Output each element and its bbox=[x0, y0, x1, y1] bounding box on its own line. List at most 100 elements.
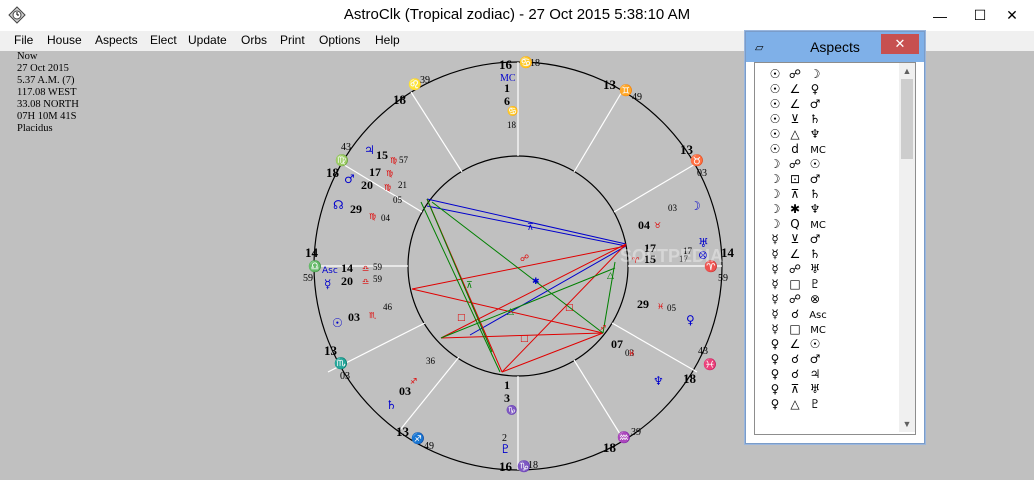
pisces-marker-icon: ♓ bbox=[628, 349, 635, 358]
scroll-up-button[interactable]: ▲ bbox=[899, 63, 915, 79]
aspect-planet-b: ♆ bbox=[809, 202, 821, 216]
aspect-type: ☌ bbox=[790, 307, 800, 321]
aspect-planet-b: ♀ bbox=[810, 82, 820, 96]
aspect-row[interactable]: ♀ ∠ ☉ bbox=[765, 337, 831, 352]
square-marker-icon: □ bbox=[457, 313, 466, 323]
planet-min-g: 59 bbox=[373, 274, 383, 284]
aspect-planet-a: ☿ bbox=[771, 232, 779, 246]
aspect-planet-a: ☽ bbox=[769, 157, 781, 171]
planet-deg-k: 04 bbox=[638, 218, 650, 232]
aspect-planet-b: ♆ bbox=[809, 127, 821, 141]
aspect-type: ☍ bbox=[788, 157, 802, 171]
virgo-marker-icon: ♍ bbox=[369, 212, 376, 221]
aspect-row[interactable]: ☿ ☍ ♅ bbox=[765, 262, 831, 277]
planet-min-i: 36 bbox=[426, 356, 436, 366]
aspect-planet-b: MC bbox=[810, 325, 826, 336]
planet-deg-h: 03 bbox=[348, 310, 360, 324]
aspect-row[interactable]: ♀ △ ♇ bbox=[765, 397, 831, 412]
natal-chart-wheel[interactable]: 16 ♋ 18 MC 16 ♑ 18 2 14 ♎ 59 14 ♈ 59 13 … bbox=[0, 0, 745, 480]
aspect-planet-b: ♄ bbox=[809, 187, 821, 201]
aspect-row[interactable]: ☿ □ ♇ bbox=[765, 277, 831, 292]
aspect-planet-a: ☿ bbox=[771, 277, 779, 291]
aspect-row[interactable]: ☉ ∠ ♂ bbox=[765, 97, 831, 112]
cusp-2-minute: 03 bbox=[340, 371, 350, 382]
aspect-type: △ bbox=[790, 127, 800, 141]
aspect-row[interactable]: ♀ ☌ ♂ bbox=[765, 352, 831, 367]
trine-marker-icon: ⊼ bbox=[527, 223, 534, 233]
venus-icon: ♀ bbox=[686, 313, 695, 327]
aspect-planet-a: ☉ bbox=[769, 97, 781, 111]
aspect-type: ⊻ bbox=[790, 232, 800, 246]
aspects-list: ☉ ☍ ☽ ☉ ∠ ♀ ☉ ∠ ♂ ☉ ⊻ ♄ ☉ △ ♆ ☉ d MC ☽ ☍ ☉ ☽ ⊡ ♂ ☽ ⊼ ♄ ☽ ✱ ♆ ☽ Q MC ☿ ⊻ ♂ ☿ ∠… bbox=[765, 67, 831, 412]
close-button[interactable]: ✕ bbox=[990, 0, 1034, 31]
aspects-window[interactable]: ▱ Aspects ✕ ☉ ☍ ☽ ☉ ∠ ♀ ☉ ∠ ♂ ☉ ⊻ ♄ ☉ △ ♆ ☉ d MC ☽ ☍ ☉ ☽ ⊡ ♂ ☽ ⊼ ♄… bbox=[745, 31, 925, 444]
sextile-marker-icon: ✱ bbox=[532, 277, 540, 287]
aspects-scrollbar[interactable]: ▲ ▼ bbox=[899, 63, 915, 432]
aspect-row[interactable]: ☽ ⊼ ♄ bbox=[765, 187, 831, 202]
aspect-planet-a: ♀ bbox=[770, 397, 780, 411]
planet-min-k: 03 bbox=[668, 203, 678, 213]
aspect-type: ⊡ bbox=[789, 172, 801, 186]
desc-degree: 14 bbox=[721, 245, 735, 260]
aspect-planet-a: ☽ bbox=[769, 202, 781, 216]
aspects-close-button[interactable]: ✕ bbox=[881, 34, 919, 54]
aspect-planet-b: ⊗ bbox=[809, 292, 821, 306]
planet-deg-a: 1 bbox=[504, 81, 510, 95]
aspect-row[interactable]: ♀ ⊼ ♅ bbox=[765, 382, 831, 397]
planet-deg-c: 17 bbox=[369, 165, 381, 179]
aspect-row[interactable]: ☽ Q MC bbox=[765, 217, 831, 232]
planet-deg-n: 29 bbox=[637, 297, 649, 311]
aspect-row[interactable]: ☽ ☍ ☉ bbox=[765, 157, 831, 172]
aquarius-sign-icon: ♒ bbox=[617, 431, 631, 444]
aspect-row[interactable]: ☉ ☍ ☽ bbox=[765, 67, 831, 82]
aspect-planet-a: ☉ bbox=[769, 82, 781, 96]
aspect-planet-a: ☿ bbox=[771, 307, 779, 321]
aspect-row[interactable]: ☿ ∠ ♄ bbox=[765, 247, 831, 262]
mars-icon: ♂ bbox=[344, 172, 355, 186]
aspect-row[interactable]: ☿ ⊻ ♂ bbox=[765, 232, 831, 247]
aspects-list-box[interactable]: ☉ ☍ ☽ ☉ ∠ ♀ ☉ ∠ ♂ ☉ ⊻ ♄ ☉ △ ♆ ☉ d MC ☽ ☍ ☉ ☽ ⊡ ♂ ☽ ⊼ ♄ ☽ ✱ ♆ ☽ Q MC ☿ ⊻ ♂ ☿ ∠… bbox=[754, 62, 916, 435]
quincunx-marker-icon: ⊼ bbox=[466, 281, 473, 291]
libra-marker-icon: ♎ bbox=[362, 264, 369, 273]
sagittarius-marker-icon: ♐ bbox=[410, 377, 417, 386]
aspect-planet-a: ☿ bbox=[771, 292, 779, 306]
scroll-thumb[interactable] bbox=[901, 79, 913, 159]
asc-point-label: Asc bbox=[322, 266, 338, 276]
scroll-down-button[interactable]: ▼ bbox=[899, 416, 915, 432]
aspect-type: ⊼ bbox=[790, 187, 800, 201]
aspects-title-bar[interactable]: ▱ Aspects ✕ bbox=[746, 32, 924, 62]
cusp-9-minute: 39 bbox=[420, 75, 430, 86]
aspect-row[interactable]: ☿ ☍ ⊗ bbox=[765, 292, 831, 307]
aspect-row[interactable]: ☽ ⊡ ♂ bbox=[765, 172, 831, 187]
cancer-small-icon: ♋ bbox=[507, 105, 518, 116]
aspect-row[interactable]: ☉ △ ♆ bbox=[765, 127, 831, 142]
aspect-type: □ bbox=[789, 322, 801, 336]
gemini-sign-icon: ♊ bbox=[619, 84, 633, 97]
planet-deg-f: 14 bbox=[341, 261, 353, 275]
aspect-planet-a: ☽ bbox=[769, 187, 781, 201]
virgo-marker-icon: ♍ bbox=[386, 169, 393, 178]
aspect-row[interactable]: ♀ ☌ ♃ bbox=[765, 367, 831, 382]
node-icon: ☊ bbox=[333, 198, 344, 212]
aspect-row[interactable]: ☿ □ MC bbox=[765, 322, 831, 337]
aspect-planet-a: ☽ bbox=[769, 172, 781, 186]
aspect-row[interactable]: ☉ ⊻ ♄ bbox=[765, 112, 831, 127]
planet-label-a: 18 bbox=[507, 120, 517, 130]
aspect-planet-b: ♄ bbox=[809, 112, 821, 126]
mercury-icon: ☿ bbox=[324, 277, 331, 291]
aspect-planet-a: ☉ bbox=[769, 127, 781, 141]
aspect-type: ⊼ bbox=[790, 382, 800, 396]
aspect-row[interactable]: ☿ ☌ Asc bbox=[765, 307, 831, 322]
aspect-type: ☌ bbox=[790, 367, 800, 381]
cusp-8-minute: 43 bbox=[341, 142, 351, 153]
aspect-row[interactable]: ☽ ✱ ♆ bbox=[765, 202, 831, 217]
planet-deg-j: 1 bbox=[504, 378, 510, 392]
aspect-type: ∠ bbox=[789, 337, 801, 351]
aspect-planet-b: MC bbox=[810, 220, 826, 231]
minimize-button[interactable]: — bbox=[918, 0, 962, 31]
aspect-planet-b: ☽ bbox=[809, 67, 821, 81]
aspect-row[interactable]: ☉ d MC bbox=[765, 142, 831, 157]
inner-circle bbox=[407, 155, 629, 377]
aspect-row[interactable]: ☉ ∠ ♀ bbox=[765, 82, 831, 97]
cusp-6-degree: 18 bbox=[683, 371, 697, 386]
